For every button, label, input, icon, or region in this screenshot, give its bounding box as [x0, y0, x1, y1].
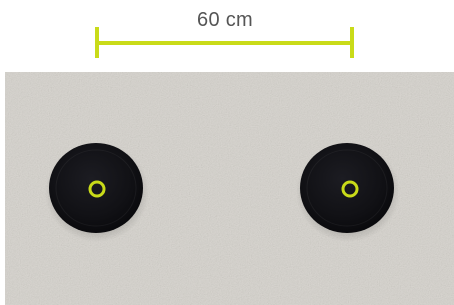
dimension-line: [96, 41, 354, 45]
photo-svg: [5, 72, 454, 305]
dimension-indicator: 60 cm: [0, 0, 454, 70]
right-round-pad: [296, 142, 400, 242]
left-round-pad: [45, 142, 149, 242]
dimension-label: 60 cm: [197, 9, 253, 31]
concrete-surface-photo: [5, 72, 454, 305]
image-frame: 60 cm: [0, 0, 454, 305]
dimension-right-cap: [350, 27, 354, 58]
